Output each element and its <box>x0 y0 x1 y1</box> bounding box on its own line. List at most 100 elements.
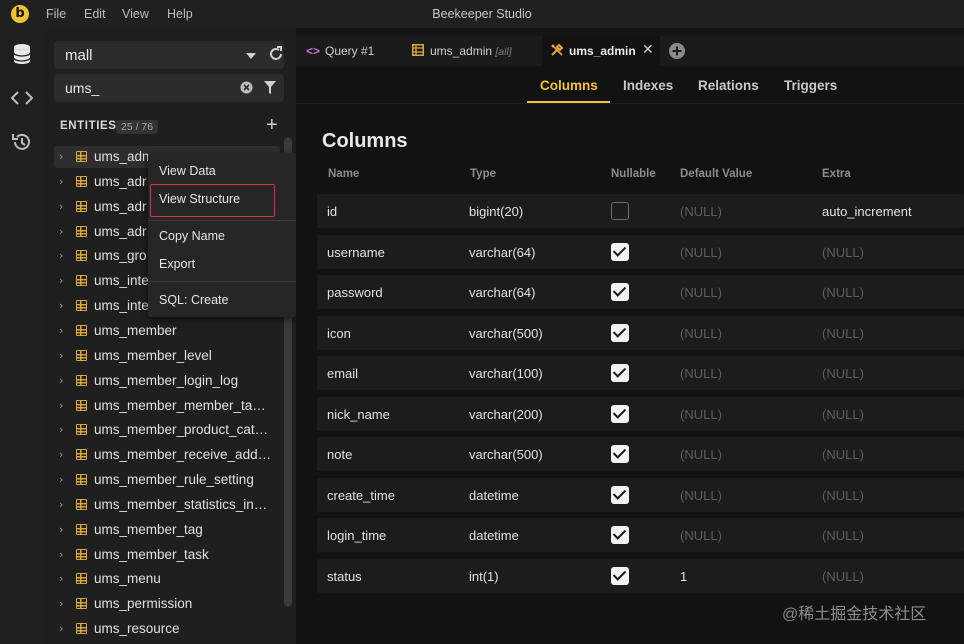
tab-ums-admin-all[interactable]: ums_admin [all] <box>400 36 542 66</box>
nullable-checkbox[interactable] <box>611 242 629 261</box>
default-value[interactable]: (NULL) <box>680 447 722 462</box>
entity-filter-input[interactable]: ums_ <box>54 74 284 102</box>
subtab-relations[interactable]: Relations <box>698 78 759 93</box>
table-row[interactable]: password varchar(64) (NULL) (NULL) <box>317 275 964 309</box>
nullable-checkbox[interactable] <box>611 323 629 342</box>
entity-item[interactable]: › ums_member_receive_add… <box>54 444 280 466</box>
chevron-right-icon[interactable]: › <box>59 150 63 163</box>
default-value[interactable]: 1 <box>680 569 687 584</box>
nullable-checkbox[interactable] <box>611 485 629 504</box>
chevron-right-icon[interactable]: › <box>59 399 63 412</box>
chevron-right-icon[interactable]: › <box>59 448 63 461</box>
table-row[interactable]: nick_name varchar(200) (NULL) (NULL) <box>317 396 964 431</box>
nullable-checkbox[interactable] <box>611 404 629 423</box>
column-name[interactable]: note <box>327 447 352 462</box>
nullable-checkbox[interactable] <box>611 445 629 463</box>
tab-query-1[interactable]: <> Query #1 <box>296 36 400 66</box>
chevron-right-icon[interactable]: › <box>59 225 63 238</box>
nullable-checkbox[interactable] <box>611 526 629 544</box>
close-icon[interactable]: ✕ <box>642 42 654 58</box>
column-type[interactable]: datetime <box>469 488 519 503</box>
default-value[interactable]: (NULL) <box>680 488 722 503</box>
extra-value[interactable]: (NULL) <box>822 326 864 341</box>
table-row[interactable]: icon varchar(500) (NULL) (NULL) <box>317 315 964 350</box>
entity-item[interactable]: › ums_member_statistics_in… <box>54 494 280 516</box>
default-value[interactable]: (NULL) <box>680 285 722 300</box>
table-row[interactable]: note varchar(500) (NULL) (NULL) <box>317 437 964 471</box>
subtab-triggers[interactable]: Triggers <box>784 78 837 93</box>
table-row[interactable]: username varchar(64) (NULL) (NULL) <box>317 234 964 269</box>
menu-item-export[interactable]: Export <box>159 257 195 271</box>
entity-item[interactable]: › ums_member_rule_setting <box>54 469 280 491</box>
entity-item[interactable]: › ums_resource <box>54 618 280 640</box>
add-tab-icon[interactable] <box>668 42 686 63</box>
default-value[interactable]: (NULL) <box>680 326 722 341</box>
column-name[interactable]: password <box>327 285 383 300</box>
column-type[interactable]: bigint(20) <box>469 204 523 219</box>
menu-item-view-structure[interactable]: View Structure <box>159 192 240 206</box>
entity-item[interactable]: › ums_member <box>54 320 280 342</box>
nullable-checkbox[interactable] <box>611 202 629 220</box>
extra-value[interactable]: (NULL) <box>822 528 864 543</box>
chevron-right-icon[interactable]: › <box>59 473 63 486</box>
chevron-right-icon[interactable]: › <box>59 200 63 213</box>
chevron-right-icon[interactable]: › <box>59 498 63 511</box>
table-row[interactable]: status int(1) 1 (NULL) <box>317 558 964 593</box>
table-row[interactable]: email varchar(100) (NULL) (NULL) <box>317 356 964 390</box>
default-value[interactable]: (NULL) <box>680 204 722 219</box>
default-value[interactable]: (NULL) <box>680 245 722 260</box>
table-row[interactable]: create_time datetime (NULL) (NULL) <box>317 477 964 512</box>
column-type[interactable]: varchar(64) <box>469 245 535 260</box>
column-name[interactable]: login_time <box>327 528 386 543</box>
nullable-checkbox[interactable] <box>611 364 629 382</box>
column-type[interactable]: varchar(100) <box>469 366 543 381</box>
extra-value[interactable]: (NULL) <box>822 366 864 381</box>
code-icon[interactable] <box>10 86 34 110</box>
entity-item[interactable]: › ums_member_member_ta… <box>54 395 280 417</box>
column-name[interactable]: status <box>327 569 362 584</box>
chevron-right-icon[interactable]: › <box>59 175 63 188</box>
column-name[interactable]: id <box>327 204 337 219</box>
subtab-columns[interactable]: Columns <box>540 78 598 93</box>
entity-item[interactable]: › ums_permission <box>54 593 280 615</box>
default-value[interactable]: (NULL) <box>680 366 722 381</box>
column-name[interactable]: nick_name <box>327 407 390 422</box>
entity-item[interactable]: › ums_member_login_log <box>54 370 280 392</box>
column-type[interactable]: varchar(200) <box>469 407 543 422</box>
extra-value[interactable]: auto_increment <box>822 204 912 219</box>
column-type[interactable]: varchar(64) <box>469 285 535 300</box>
chevron-right-icon[interactable]: › <box>59 249 63 262</box>
default-value[interactable]: (NULL) <box>680 528 722 543</box>
extra-value[interactable]: (NULL) <box>822 285 864 300</box>
column-name[interactable]: icon <box>327 326 351 341</box>
entity-item[interactable]: › ums_menu <box>54 568 280 590</box>
column-type[interactable]: varchar(500) <box>469 447 543 462</box>
nullable-checkbox[interactable] <box>611 566 629 585</box>
menu-item-view-data[interactable]: View Data <box>159 164 216 178</box>
extra-value[interactable]: (NULL) <box>822 488 864 503</box>
chevron-right-icon[interactable]: › <box>59 374 63 387</box>
clear-icon[interactable] <box>240 81 253 97</box>
entity-item[interactable]: › ums_member_level <box>54 345 280 367</box>
history-icon[interactable] <box>10 130 34 154</box>
column-name[interactable]: email <box>327 366 358 381</box>
refresh-icon[interactable] <box>267 45 285 66</box>
chevron-right-icon[interactable]: › <box>59 597 63 610</box>
entity-item[interactable]: › ums_member_tag <box>54 519 280 541</box>
chevron-right-icon[interactable]: › <box>59 423 63 436</box>
table-row[interactable]: login_time datetime (NULL) (NULL) <box>317 518 964 552</box>
chevron-right-icon[interactable]: › <box>59 622 63 635</box>
entity-item[interactable]: › ums_member_task <box>54 544 280 566</box>
extra-value[interactable]: (NULL) <box>822 245 864 260</box>
column-type[interactable]: int(1) <box>469 569 499 584</box>
tab-ums-admin-structure[interactable]: ums_admin ✕ <box>542 36 660 66</box>
chevron-right-icon[interactable]: › <box>59 274 63 287</box>
filter-icon[interactable] <box>264 81 276 97</box>
add-entity-icon[interactable]: + <box>266 114 278 137</box>
chevron-right-icon[interactable]: › <box>59 523 63 536</box>
nullable-checkbox[interactable] <box>611 283 629 301</box>
database-select[interactable]: mall <box>54 41 284 69</box>
column-type[interactable]: datetime <box>469 528 519 543</box>
column-type[interactable]: varchar(500) <box>469 326 543 341</box>
chevron-right-icon[interactable]: › <box>59 572 63 585</box>
